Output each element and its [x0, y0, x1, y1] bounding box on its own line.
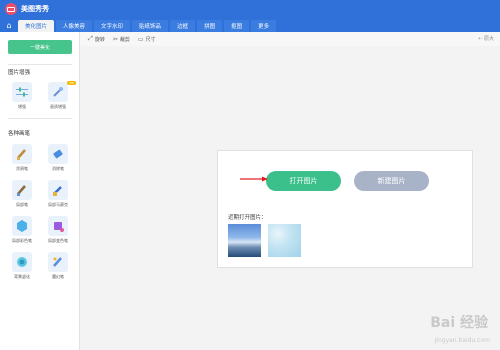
home-icon[interactable]: ⌂ — [2, 18, 16, 32]
tool-local-pen[interactable]: 局部笔 — [10, 180, 34, 210]
tool-label: 局部彩色笔 — [12, 238, 32, 243]
baidu-watermark: Bai 经验 — [430, 315, 488, 331]
tab-text-watermark[interactable]: 文字水印 — [94, 20, 131, 32]
recent-thumbnail[interactable] — [268, 224, 301, 257]
tool-doodle-pen[interactable]: 涂鸦笔 — [10, 144, 34, 174]
eraser-icon — [48, 144, 68, 164]
tool-label: 涂鸦笔 — [16, 166, 28, 171]
divider — [8, 118, 72, 119]
brush-icon — [12, 180, 32, 200]
baidu-watermark-url: jingyan.baidu.com — [434, 337, 490, 344]
app-title: 美图秀秀 — [21, 5, 49, 13]
tab-collage[interactable]: 拼图 — [197, 20, 223, 32]
zoom-label: 原大 — [483, 36, 494, 42]
crop-label: 裁剪 — [119, 36, 130, 43]
tool-label: 背景虚化 — [14, 274, 30, 279]
tool-label: 画质增强 — [50, 104, 66, 109]
vip-badge: VIP — [67, 81, 76, 85]
tab-beautify[interactable]: 美化图片 — [18, 20, 55, 32]
tool-color-pen[interactable]: 局部彩色笔 — [10, 216, 34, 246]
open-image-button[interactable]: 打开图片 — [266, 171, 341, 191]
tool-label: 消除笔 — [52, 166, 64, 171]
tool-label: 增强 — [18, 104, 26, 109]
tab-stickers[interactable]: 贴纸饰品 — [132, 20, 169, 32]
rotate-icon: ⤢ — [88, 35, 93, 42]
recolor-pen-icon — [48, 216, 68, 236]
tool-label: 局部马赛克 — [48, 202, 68, 207]
tool-enhance[interactable]: 增强 — [10, 82, 34, 112]
new-image-button[interactable]: 新建图片 — [354, 171, 429, 191]
tool-label: 局部笔 — [16, 202, 28, 207]
size-button[interactable]: ▭ 尺寸 — [138, 36, 156, 43]
annotation-arrow-icon — [240, 176, 268, 182]
section-label-enhance: 图片增强 — [8, 70, 31, 76]
size-icon: ▭ — [137, 35, 144, 43]
one-key-beautify-button[interactable]: 一键美化 — [8, 40, 72, 54]
crop-icon: ✂ — [112, 35, 118, 43]
mosaic-pen-icon — [48, 180, 68, 200]
tab-more[interactable]: 更多 — [251, 20, 277, 32]
tool-recolor-pen[interactable]: 局部变色笔 — [46, 216, 70, 246]
divider — [8, 64, 72, 65]
recent-images-label: 近期打开图片： — [228, 215, 267, 221]
title-bar: 美图秀秀 — [0, 0, 500, 18]
size-label: 尺寸 — [145, 36, 156, 43]
edit-toolbar: ⤢ 旋转 ✂ 裁剪 ▭ 尺寸 ⇠ 原大 — [80, 32, 500, 46]
tab-portrait[interactable]: 人像美容 — [56, 20, 93, 32]
recent-thumbnail[interactable] — [228, 224, 261, 257]
original-size-button[interactable]: ⇠ 原大 — [478, 35, 494, 42]
magic-pen-icon — [48, 252, 68, 272]
sparkle-wand-icon — [48, 82, 68, 102]
sliders-icon — [12, 82, 32, 102]
rotate-button[interactable]: ⤢ 旋转 — [88, 35, 105, 43]
tab-frames[interactable]: 边框 — [170, 20, 196, 32]
paintbrush-icon — [12, 144, 32, 164]
open-panel: 打开图片 新建图片 近期打开图片： — [217, 150, 473, 268]
app-logo-icon — [5, 3, 17, 15]
tool-mosaic[interactable]: 局部马赛克 — [46, 180, 70, 210]
color-pen-icon — [12, 216, 32, 236]
rotate-label: 旋转 — [94, 36, 105, 43]
tool-background-blur[interactable]: 背景虚化 — [10, 252, 34, 282]
main-nav: ⌂ 美化图片 人像美容 文字水印 贴纸饰品 边框 拼图 抠图 更多 — [0, 18, 500, 32]
tool-eraser[interactable]: 消除笔 — [46, 144, 70, 174]
tool-label: 局部变色笔 — [48, 238, 68, 243]
tool-magic-pen[interactable]: 魔幻笔 — [46, 252, 70, 282]
tool-quality-enhance[interactable]: VIP 画质增强 — [46, 81, 76, 112]
crop-button[interactable]: ✂ 裁剪 — [113, 36, 130, 43]
blur-icon — [12, 252, 32, 272]
tool-label: 魔幻笔 — [52, 274, 64, 279]
tab-cutout[interactable]: 抠图 — [224, 20, 250, 32]
section-label-brushes: 各种画笔 — [8, 131, 31, 137]
sidebar: 一键美化 图片增强 增强 VIP 画质增强 各种画笔 涂鸦笔 消除笔 局部笔 局… — [0, 32, 80, 350]
